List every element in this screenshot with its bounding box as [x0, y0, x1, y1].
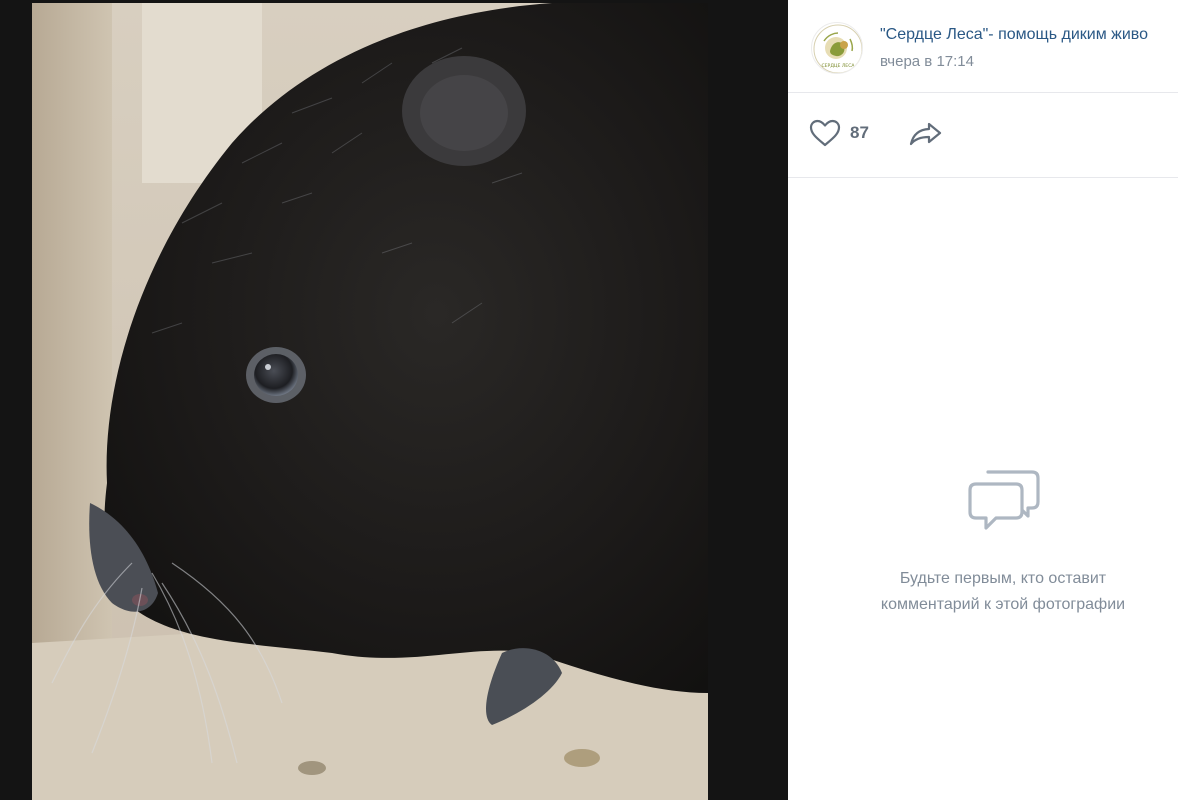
group-name-link[interactable]: "Сердце Леса"- помощь диким живо [880, 25, 1178, 45]
share-arrow-icon [909, 122, 942, 146]
group-avatar[interactable]: СЕРДЦЕ ЛЕСА [811, 22, 863, 74]
photo[interactable] [32, 3, 708, 800]
empty-comments-graphic [966, 466, 1042, 541]
empty-comments-line1: Будьте первым, кто оставит [899, 570, 1107, 587]
rodent-photo-image [32, 3, 708, 800]
like-count: 87 [850, 123, 869, 142]
empty-comments-text: Будьте первым, кто оставит комментарий к… [823, 566, 1178, 618]
avatar-caption: СЕРДЦЕ ЛЕСА [821, 63, 855, 69]
info-sidebar: СЕРДЦЕ ЛЕСА "Сердце Леса"- помощь диким … [788, 0, 1178, 800]
comments-section: Будьте первым, кто оставит комментарий к… [788, 178, 1178, 800]
share-button[interactable] [908, 117, 944, 149]
like-button[interactable]: 87 [808, 117, 869, 149]
post-date[interactable]: вчера в 17:14 [880, 52, 974, 72]
action-bar: 87 [788, 93, 1178, 178]
photo-viewer: СЕРДЦЕ ЛЕСА "Сердце Леса"- помощь диким … [0, 0, 1178, 800]
photo-pane [0, 0, 788, 800]
author-block: СЕРДЦЕ ЛЕСА "Сердце Леса"- помощь диким … [788, 0, 1178, 93]
empty-comments-line2: комментарий к этой фотографии [880, 596, 1126, 613]
group-logo-icon: СЕРДЦЕ ЛЕСА [813, 24, 862, 73]
heart-outline-icon [809, 119, 841, 147]
speech-bubbles-icon [968, 470, 1040, 530]
